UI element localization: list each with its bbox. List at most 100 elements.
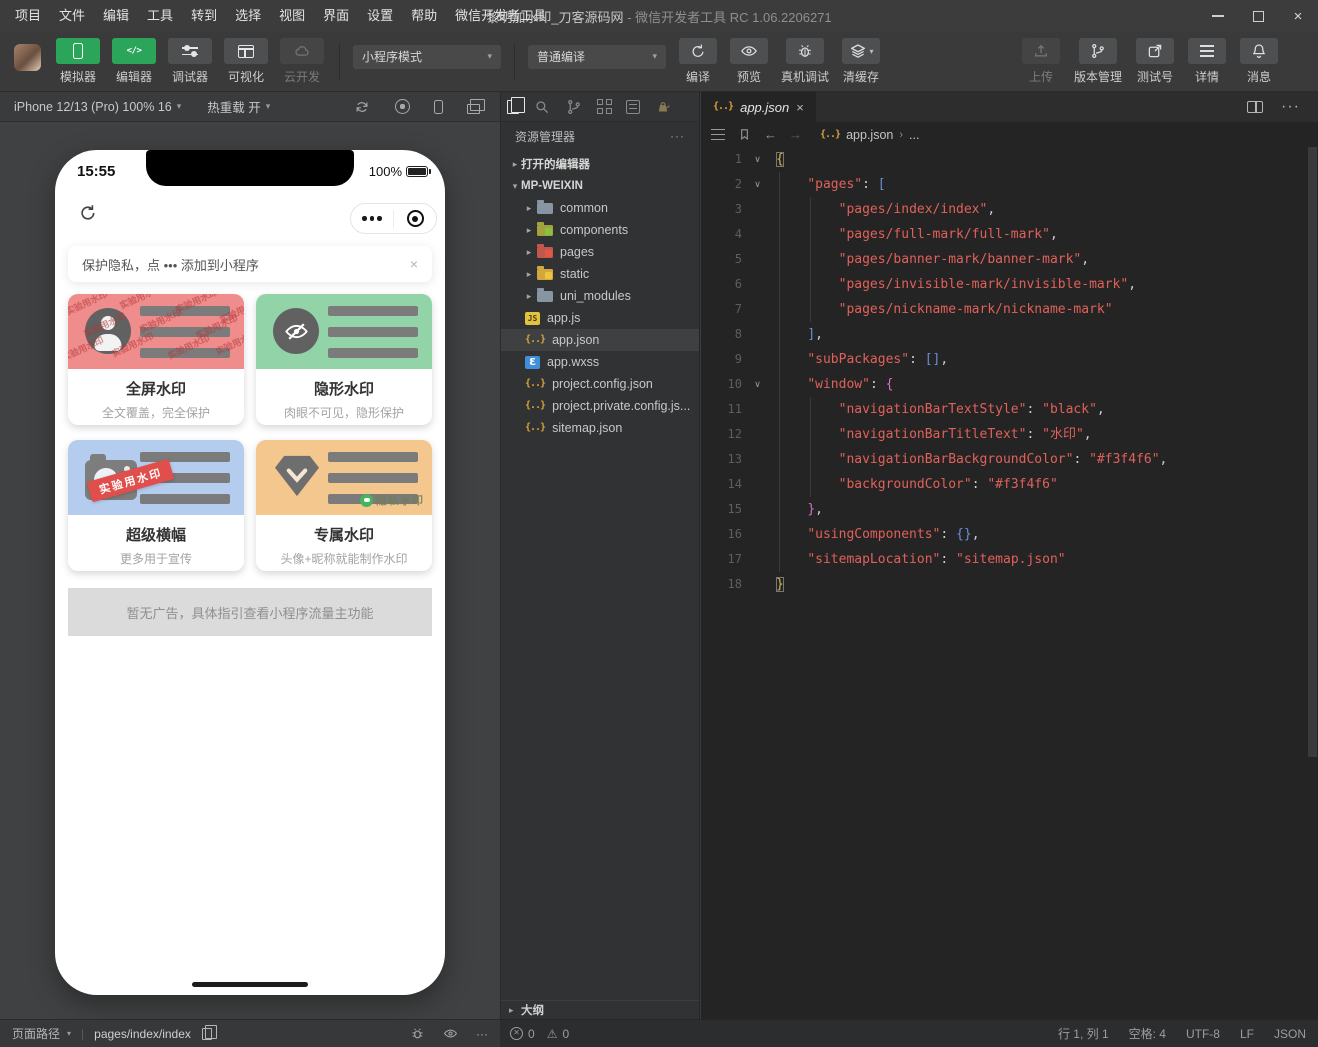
device-icon[interactable] [434,98,443,116]
tree-item-static[interactable]: ▸ static [501,263,699,285]
menu-item[interactable]: 微信开发者工具 [446,0,555,32]
card-illustration: 隐私水印 [256,440,432,515]
tree-item-components[interactable]: ▸ components [501,219,699,241]
mode-select[interactable]: 小程序模式 ▾ [353,44,501,69]
cloud-dev-button[interactable]: 云开发 [278,38,326,85]
outline-section[interactable]: ▸ 大纲 [501,1000,699,1019]
copy-icon[interactable] [198,1024,218,1040]
gutter-space [747,272,768,297]
outline-list-icon[interactable] [711,133,725,136]
rotate-icon[interactable] [353,98,371,116]
menu-item[interactable]: 设置 [358,0,402,32]
forward-arrow-icon[interactable]: → [789,127,802,142]
debugger-button[interactable]: 调试器 [166,38,214,85]
fold-chevron-icon[interactable]: ∨ [747,147,768,172]
page-path-label[interactable]: 页面路径 [12,1025,60,1042]
visualization-button[interactable]: 可视化 [222,38,270,85]
close-icon[interactable]: × [410,256,418,272]
menu-item[interactable]: 文件 [50,0,94,32]
menu-item[interactable]: 编辑 [94,0,138,32]
tree-section-[interactable]: ▸ 打开的编辑器 [501,153,699,175]
menu-item[interactable]: 选择 [226,0,270,32]
more-icon[interactable]: ··· [476,1027,488,1041]
version-control-button[interactable]: 版本管理 [1074,38,1122,85]
tree-item-common[interactable]: ▸ common [501,197,699,219]
maximize-button[interactable] [1238,0,1278,32]
split-editor-icon[interactable] [1247,101,1264,113]
breadcrumb-file[interactable]: {..} app.json › ... [820,128,919,142]
more-icon[interactable]: ··· [670,129,685,143]
tree-item-sitemap.json[interactable]: {..} sitemap.json [501,417,699,439]
minimize-button[interactable] [1198,0,1238,32]
notes-icon[interactable] [625,99,640,114]
user-avatar[interactable] [14,44,41,71]
tree-item-pages[interactable]: ▸ pages [501,241,699,263]
feature-card[interactable]: 隐私水印 专属水印 头像+昵称就能制作水印 [256,440,432,571]
wechat-dot-icon [360,493,373,507]
tree-section-mp-weixin[interactable]: ▾ MP-WEIXIN [501,175,699,197]
clear-cache-button[interactable]: ▾ 清缓存 [842,38,881,85]
tree-item-app.js[interactable]: JS app.js [501,307,699,329]
code-area[interactable]: 1 ∨{2 ∨ "pages": [3 "pages/index/index", 4 … [701,147,1318,1019]
fold-chevron-icon[interactable]: ∨ [747,372,768,397]
menu-item[interactable]: 帮助 [402,0,446,32]
device-select[interactable]: iPhone 12/13 (Pro) 100% 16 ▾ [14,100,181,114]
close-tab-icon[interactable]: × [796,100,804,115]
preview-button[interactable]: 预览 [730,38,768,85]
back-arrow-icon[interactable]: ← [764,127,777,142]
problems-bar[interactable]: 0 ⚠ 0 [500,1019,700,1047]
card-subtitle: 全文覆盖，完全保护 [101,406,210,420]
simulator-button[interactable]: 模拟器 [54,38,102,85]
capsule-menu[interactable] [350,203,437,234]
version-control-icon[interactable] [565,98,583,116]
screen-record-icon[interactable] [395,98,410,116]
menu-item[interactable]: 界面 [314,0,358,32]
menu-item[interactable]: 转到 [182,0,226,32]
remote-debug-button[interactable]: 真机调试 [781,38,829,85]
compile-button[interactable]: 编译 [679,38,717,85]
tab-app-json[interactable]: {..} app.json × [701,92,816,122]
privacy-notice-text: 保护隐私，点 ••• 添加到小程序 [82,257,259,273]
explorer-icon[interactable] [507,96,525,114]
more-icon[interactable]: ··· [1281,98,1300,116]
hot-reload-toggle[interactable]: 热重载 开 ▾ [207,97,270,116]
tree-item-project.private.config.js...[interactable]: {..} project.private.config.js... [501,395,699,417]
debug-icon[interactable] [410,1026,425,1041]
extensions-icon[interactable] [597,99,612,114]
language-mode[interactable]: JSON [1274,1027,1306,1041]
feature-card[interactable]: 实验用水印 实验用水印 实验用水印 实验用水印 实验用水印 实验用水印 实验用水印 实验用水印… [68,294,244,425]
indent-setting[interactable]: 空格: 4 [1129,1025,1166,1042]
eol-setting[interactable]: LF [1240,1027,1254,1041]
eye-icon[interactable] [443,1026,458,1041]
editor-button[interactable]: </> 编辑器 [110,38,158,85]
cursor-position[interactable]: 行 1, 列 1 [1058,1025,1109,1042]
messages-button[interactable]: 消息 [1240,38,1278,85]
code-token: : [909,352,925,367]
close-button[interactable]: × [1278,0,1318,32]
encoding[interactable]: UTF-8 [1186,1027,1220,1041]
scrollbar[interactable] [1308,147,1317,757]
tree-item-project.config.json[interactable]: {..} project.config.json [501,373,699,395]
menu-item[interactable]: 工具 [138,0,182,32]
tree-item-uni_modules[interactable]: ▸ uni_modules [501,285,699,307]
plugin-icon[interactable] [654,98,672,116]
fold-chevron-icon[interactable]: ∨ [747,172,768,197]
tree-item-app.json[interactable]: {..} app.json [501,329,699,351]
menu-item[interactable]: 视图 [270,0,314,32]
bookmark-icon[interactable] [737,127,752,142]
upload-button[interactable]: 上传 [1021,38,1060,85]
tree-item-app.wxss[interactable]: 3 app.wxss [501,351,699,373]
minimize-target-icon[interactable] [394,210,436,227]
menu-item[interactable]: 项目 [6,0,50,32]
search-icon[interactable] [533,98,551,116]
breadcrumb-more[interactable]: ... [909,128,919,142]
compile-mode-select[interactable]: 普通编译 ▾ [528,44,666,69]
feature-card[interactable]: 实验用水印 超级横幅 更多用于宣传 [68,440,244,571]
multi-window-icon[interactable] [467,98,485,116]
page-refresh-icon[interactable] [77,202,99,229]
test-account-button[interactable]: 测试号 [1136,38,1174,85]
more-dots-icon[interactable] [351,216,393,221]
feature-card[interactable]: 隐形水印 肉眼不可见，隐形保护 [256,294,432,425]
editor-icon: </> [126,45,142,56]
details-button[interactable]: 详情 [1188,38,1226,85]
